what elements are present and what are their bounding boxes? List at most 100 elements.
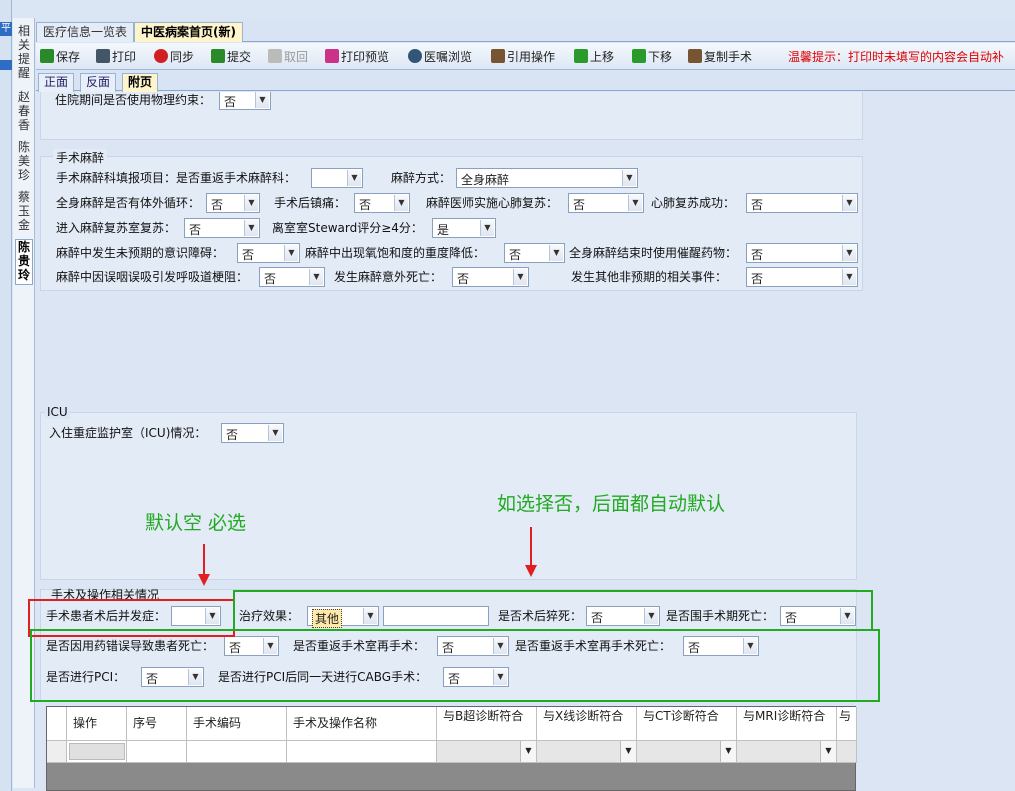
spo2-select[interactable]: 否 ▼ [504, 243, 565, 263]
icu-label: 入住重症监护室（ICU)情况： [49, 426, 207, 440]
table-cell-dropdown[interactable]: ▼ [537, 741, 637, 763]
unconscious-label: 麻醉中发生未预期的意识障碍： [56, 246, 225, 260]
arrow-default-empty [203, 544, 205, 576]
other-event-select[interactable]: 否 ▼ [746, 267, 858, 287]
anesthesia-death-value: 否 [457, 272, 470, 286]
other-event-label: 发生其他非预期的相关事件： [571, 270, 728, 284]
retrieve-button[interactable]: 取回 [268, 48, 308, 66]
move-up-button[interactable]: 上移 [574, 48, 614, 66]
chevron-down-icon: ▼ [628, 195, 642, 211]
table-cell-dropdown[interactable] [837, 741, 857, 763]
order-browse-button[interactable]: 医嘱浏览 [408, 48, 472, 66]
tab-medical-overview[interactable]: 医疗信息一览表 [36, 22, 135, 42]
col-surgery-name[interactable]: 手术及操作名称 [287, 707, 437, 741]
chevron-down-icon: ▼ [842, 245, 856, 261]
table-cell-dropdown[interactable]: ▼ [737, 741, 837, 763]
table-cell[interactable] [67, 741, 127, 763]
col-mri[interactable]: 与MRI诊断符合 [737, 707, 837, 741]
reversal-label: 全身麻醉结束时使用催醒药物： [569, 246, 738, 260]
anesthesia-method-select[interactable]: 全身麻醉 ▼ [456, 168, 638, 188]
order-browse-label: 医嘱浏览 [424, 50, 473, 64]
table-cell[interactable] [127, 741, 187, 763]
col-action[interactable]: 操作 [67, 707, 127, 741]
col-bultrasound[interactable]: 与B超诊断符合 [437, 707, 537, 741]
side-tab-patient-1[interactable]: 赵春香 [15, 90, 33, 132]
chevron-down-icon: ▼ [244, 220, 258, 236]
steward-select[interactable]: 是 ▼ [432, 218, 496, 238]
annotation-default-empty: 默认空 必选 [145, 512, 247, 534]
cpr-select[interactable]: 否 ▼ [568, 193, 644, 213]
anesthesia-return-select[interactable]: ▼ [311, 168, 363, 188]
tab-front[interactable]: 正面 [38, 73, 75, 92]
left-blue-marker-2[interactable] [0, 60, 12, 70]
chevron-down-icon: ▼ [622, 170, 636, 186]
restraint-label: 住院期间是否使用物理约束： [55, 93, 212, 107]
col-xray[interactable]: 与X线诊断符合 [537, 707, 637, 741]
submit-button[interactable]: 提交 [211, 48, 251, 66]
chevron-down-icon: ▼ [842, 195, 856, 211]
table-cell-dropdown[interactable]: ▼ [637, 741, 737, 763]
tab-appendix[interactable]: 附页 [122, 73, 159, 92]
col-surgery-code[interactable]: 手术编码 [187, 707, 287, 741]
pacu-label: 进入麻醉复苏室复苏： [56, 221, 177, 235]
steward-label: 离室室Steward评分≥4分： [272, 221, 423, 235]
print-button[interactable]: 打印 [96, 48, 136, 66]
reversal-select[interactable]: 否 ▼ [746, 243, 858, 263]
pacu-value: 否 [189, 223, 202, 237]
arrow-if-no [530, 527, 532, 567]
tab-tcm-record-home[interactable]: 中医病案首页(新) [134, 22, 243, 42]
print-label: 打印 [112, 50, 137, 64]
tab-back[interactable]: 反面 [80, 73, 117, 92]
move-down-button[interactable]: 下移 [632, 48, 672, 66]
print-preview-button[interactable]: 打印预览 [325, 48, 389, 66]
icu-select[interactable]: 否 ▼ [221, 423, 284, 443]
restraint-value: 否 [224, 95, 237, 109]
side-tab-patient-2[interactable]: 陈美珍 [15, 140, 33, 182]
row-selector[interactable] [47, 741, 67, 763]
print-preview-label: 打印预览 [341, 50, 390, 64]
side-tab-reminder[interactable]: 相关提醒 [15, 24, 33, 80]
table-cell[interactable] [287, 741, 437, 763]
chevron-down-icon: ▼ [820, 741, 836, 762]
col-seq[interactable]: 序号 [127, 707, 187, 741]
chevron-down-icon: ▼ [520, 741, 536, 762]
arrow-up-icon [574, 49, 588, 63]
anesthesia-death-select[interactable]: 否 ▼ [452, 267, 529, 287]
pacu-select[interactable]: 否 ▼ [184, 218, 260, 238]
sync-icon [154, 49, 168, 63]
restraint-select[interactable]: 否 ▼ [219, 92, 271, 110]
chevron-down-icon: ▼ [620, 741, 636, 762]
icu-value: 否 [226, 428, 239, 442]
side-tab-patient-3[interactable]: 蔡玉金 [15, 190, 33, 232]
copy-surgery-button[interactable]: 复制手术 [688, 48, 752, 66]
cpr-value: 否 [573, 198, 586, 212]
left-edge-strip: 平 [0, 0, 12, 791]
move-up-label: 上移 [590, 50, 615, 64]
left-blue-marker[interactable]: 平 [0, 22, 12, 36]
quote-action-button[interactable]: 引用操作 [491, 48, 555, 66]
steward-value: 是 [437, 223, 450, 237]
anesthesia-method-value: 全身麻醉 [461, 173, 510, 187]
side-tab-patient-4[interactable]: 陈贵玲 [15, 239, 33, 285]
table-cell[interactable] [187, 741, 287, 763]
page-subtabs: 正面 反面 附页 [36, 71, 1015, 92]
annotation-if-no: 如选择否，后面都自动默认 [497, 493, 726, 515]
restraint-panel: 住院期间是否使用物理约束： 否 ▼ [40, 92, 863, 140]
print-preview-icon [325, 49, 339, 63]
ecmo-select[interactable]: 否 ▼ [206, 193, 260, 213]
warm-tip: 温馨提示：打印时未填写的内容会自动补 [788, 50, 1005, 64]
move-down-label: 下移 [648, 50, 673, 64]
icu-title: ICU [45, 405, 70, 419]
table-cell-dropdown[interactable]: ▼ [437, 741, 537, 763]
analgesia-select[interactable]: 否 ▼ [354, 193, 410, 213]
unconscious-value: 否 [242, 248, 255, 262]
cpr-success-select[interactable]: 否 ▼ [746, 193, 858, 213]
chevron-down-icon: ▼ [842, 269, 856, 285]
aspiration-select[interactable]: 否 ▼ [259, 267, 325, 287]
unconscious-select[interactable]: 否 ▼ [237, 243, 300, 263]
save-button[interactable]: 保存 [40, 48, 80, 66]
col-more[interactable]: 与 [837, 707, 857, 741]
aspiration-label: 麻醉中因误咽误吸引发呼吸道梗阻： [56, 270, 249, 284]
sync-button[interactable]: 同步 [154, 48, 194, 66]
col-ct[interactable]: 与CT诊断符合 [637, 707, 737, 741]
